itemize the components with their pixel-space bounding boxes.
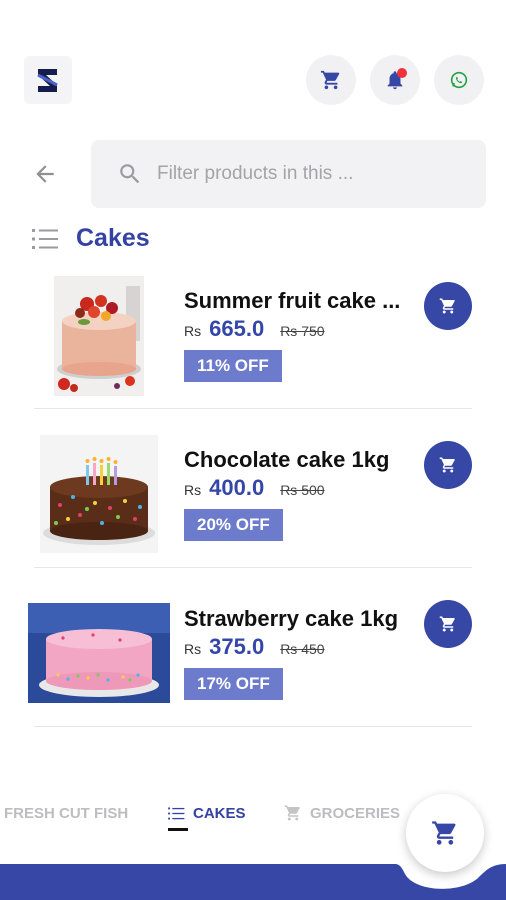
- product-card[interactable]: Chocolate cake 1kg Rs 400.0 Rs 500 20% O…: [34, 409, 472, 568]
- category-title: Cakes: [76, 224, 150, 252]
- price: 665.0: [209, 316, 265, 341]
- product-name[interactable]: Chocolate cake 1kg: [184, 447, 389, 473]
- tab-label: FRESH CUT FISH: [4, 804, 129, 822]
- price-row: Rs 665.0 Rs 750: [184, 316, 325, 342]
- product-name[interactable]: Strawberry cake 1kg: [184, 606, 398, 632]
- product-list: Summer fruit cake ... Rs 665.0 Rs 750 11…: [0, 250, 506, 727]
- arrow-left-icon: [36, 165, 54, 183]
- search-bar[interactable]: [91, 140, 486, 208]
- price: 375.0: [209, 634, 265, 659]
- discount-badge: 20% OFF: [184, 509, 283, 541]
- currency-label: Rs: [184, 323, 202, 339]
- notifications-button[interactable]: [370, 55, 420, 105]
- cart-icon: [439, 457, 455, 473]
- tab-groceries[interactable]: GROCERIES: [284, 804, 400, 822]
- search-input[interactable]: [157, 163, 457, 185]
- brand-logo[interactable]: [24, 56, 72, 104]
- original-price: Rs 450: [280, 641, 325, 657]
- cart-icon: [320, 70, 340, 90]
- category-tabs: FRESH CUT FISH CAKES GROCERIES: [0, 798, 410, 831]
- product-image[interactable]: [28, 603, 170, 703]
- discount-badge: 17% OFF: [184, 668, 283, 700]
- price-row: Rs 375.0 Rs 450: [184, 634, 325, 660]
- tab-label: CAKES: [193, 804, 246, 822]
- cart-icon: [439, 616, 455, 632]
- discount-badge: 11% OFF: [184, 350, 282, 382]
- list-icon: [32, 228, 58, 249]
- header-actions: [306, 55, 484, 105]
- search-icon: [120, 164, 140, 184]
- product-card[interactable]: Summer fruit cake ... Rs 665.0 Rs 750 11…: [34, 250, 472, 409]
- original-price: Rs 500: [280, 482, 325, 498]
- product-card[interactable]: Strawberry cake 1kg Rs 375.0 Rs 450 17% …: [28, 568, 472, 727]
- add-to-cart-button[interactable]: [424, 600, 472, 648]
- list-icon: [168, 806, 185, 820]
- product-name[interactable]: Summer fruit cake ...: [184, 288, 400, 314]
- currency-label: Rs: [184, 482, 202, 498]
- notification-dot: [397, 68, 407, 78]
- cart-button[interactable]: [306, 55, 356, 105]
- back-button[interactable]: [30, 160, 60, 188]
- product-image[interactable]: [40, 435, 158, 553]
- whatsapp-icon: [450, 71, 468, 89]
- product-image[interactable]: [54, 276, 144, 396]
- tab-cakes[interactable]: CAKES: [168, 804, 246, 831]
- add-to-cart-button[interactable]: [424, 441, 472, 489]
- currency-label: Rs: [184, 641, 202, 657]
- price-row: Rs 400.0 Rs 500: [184, 475, 325, 501]
- cart-icon: [284, 805, 300, 821]
- category-header: Cakes: [32, 224, 150, 253]
- cart-icon: [439, 298, 455, 314]
- floating-cart-button[interactable]: [406, 794, 484, 872]
- add-to-cart-button[interactable]: [424, 282, 472, 330]
- tab-fresh-cut-fish[interactable]: FRESH CUT FISH: [4, 805, 128, 822]
- whatsapp-button[interactable]: [434, 55, 484, 105]
- price: 400.0: [209, 475, 265, 500]
- cart-icon: [432, 821, 456, 845]
- original-price: Rs 750: [280, 323, 325, 339]
- logo-icon: [37, 69, 58, 92]
- tab-label: GROCERIES: [310, 804, 401, 822]
